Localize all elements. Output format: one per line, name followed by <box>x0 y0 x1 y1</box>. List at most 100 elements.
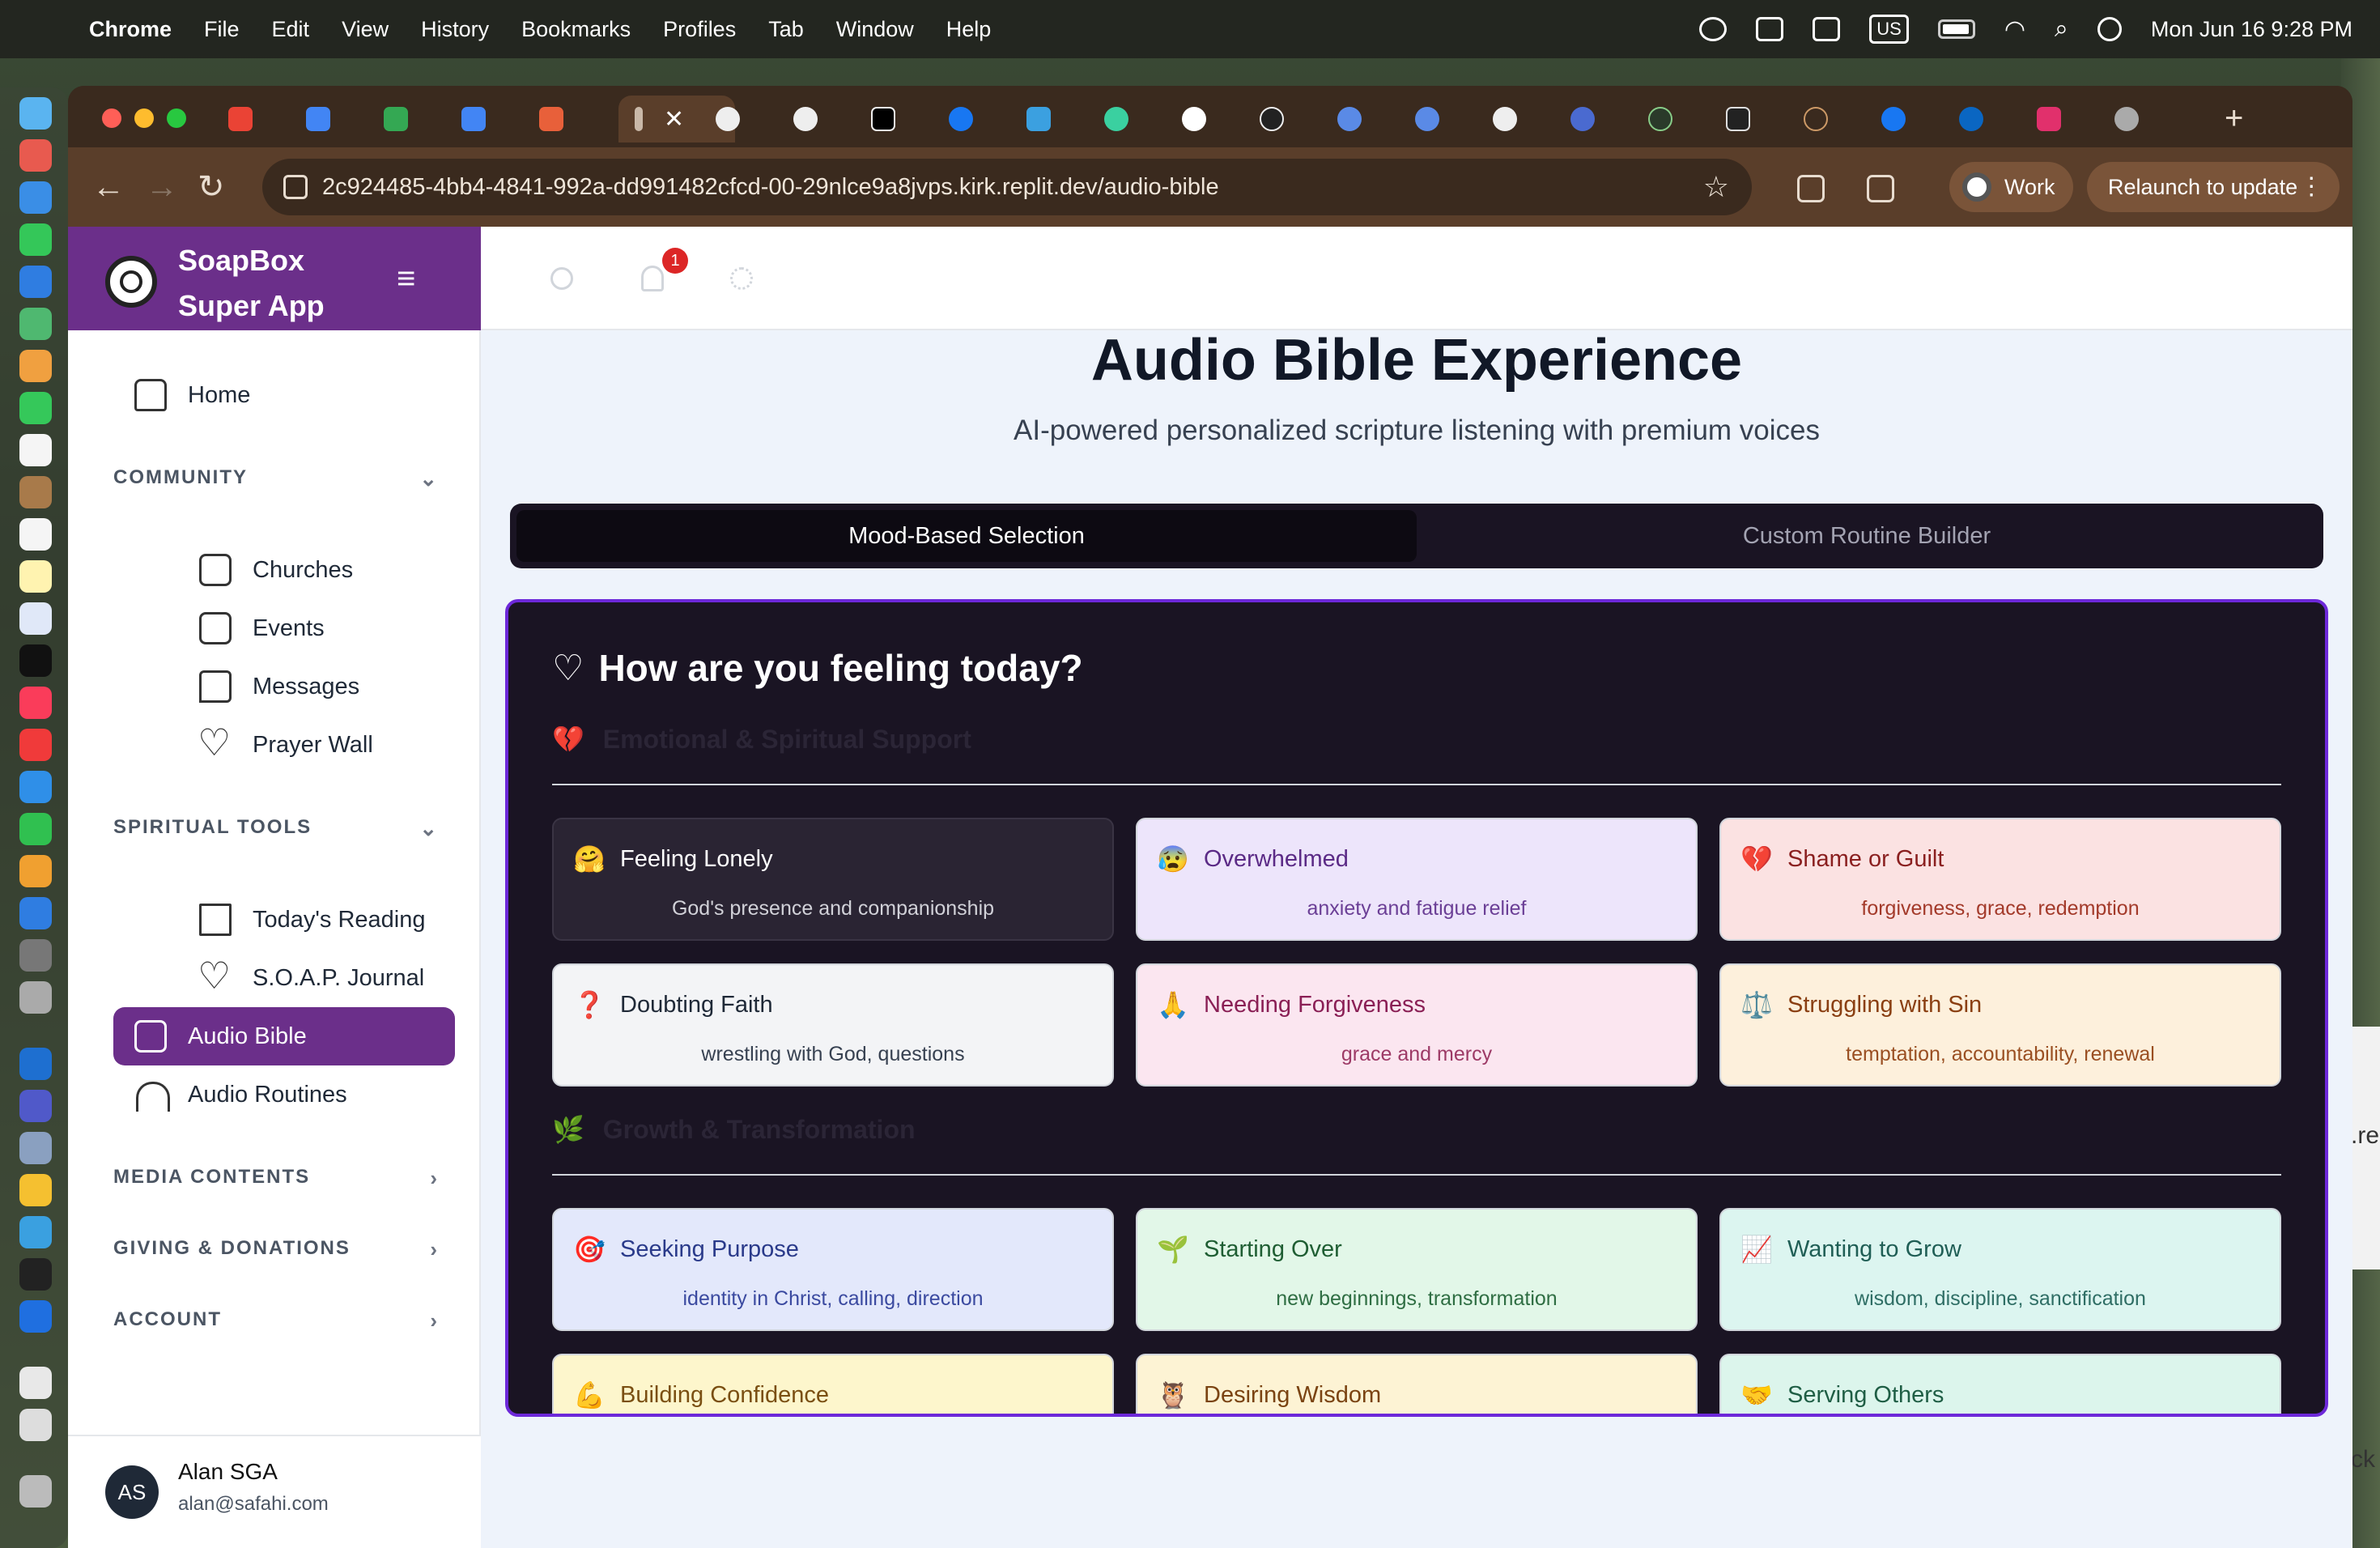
tab-facebook[interactable] <box>1865 96 1943 142</box>
section-media-contents[interactable]: MEDIA CONTENTS › <box>113 1166 455 1198</box>
spotlight-search-icon[interactable]: ⌕ <box>2055 15 2068 43</box>
tab-app[interactable] <box>1787 96 1865 142</box>
reload-button[interactable]: ↻ <box>198 167 225 207</box>
teams-status-icon[interactable] <box>1813 17 1841 41</box>
forward-button[interactable]: → <box>146 167 178 207</box>
site-settings-icon[interactable] <box>283 175 308 199</box>
slack-icon[interactable] <box>19 1216 52 1248</box>
sidebar-item-home[interactable]: Home <box>113 366 455 424</box>
tv-icon[interactable] <box>19 644 52 677</box>
finder-icon[interactable] <box>19 97 52 130</box>
close-tab-icon[interactable]: ✕ <box>664 105 684 134</box>
terminal-icon[interactable] <box>19 1258 52 1291</box>
reminders-icon[interactable] <box>19 518 52 551</box>
apple-icon[interactable] <box>32 15 57 43</box>
mood-card[interactable]: 🦉Desiring WisdomProverbs, guidance, disc… <box>1136 1354 1698 1414</box>
status-app-icon[interactable] <box>1699 17 1728 41</box>
tab-app[interactable] <box>1010 96 1088 142</box>
mood-card[interactable]: 🙏 Needing Forgiveness grace and mercy <box>1136 963 1698 1087</box>
tab-app[interactable] <box>1321 96 1399 142</box>
tab-instagram[interactable] <box>2021 96 2098 142</box>
teams-icon[interactable] <box>19 1090 52 1122</box>
sidebar-item-audio-routines[interactable]: Audio Routines <box>113 1065 455 1124</box>
mood-card[interactable]: 💔 Shame or Guilt forgiveness, grace, redem… <box>1719 818 2281 941</box>
tab-app[interactable] <box>1399 96 1477 142</box>
document-icon[interactable] <box>19 1367 52 1399</box>
address-bar[interactable]: 2c924485-4bb4-4841-992a-dd991482cfcd-00-… <box>262 159 1752 215</box>
preview-icon[interactable] <box>19 981 52 1014</box>
password-manager-icon[interactable] <box>19 1300 52 1333</box>
chrome-icon[interactable] <box>19 1174 52 1206</box>
tab-github[interactable] <box>699 96 777 142</box>
menu-help[interactable]: Help <box>946 17 992 42</box>
new-tab-button[interactable]: + <box>2225 100 2243 137</box>
news-icon[interactable] <box>19 729 52 761</box>
tab-search-icon[interactable] <box>1867 175 1894 202</box>
photos-icon[interactable] <box>19 350 52 382</box>
mood-card[interactable]: 🤝Serving Otherscompassion, generosity, h… <box>1719 1354 2281 1414</box>
tab-google[interactable] <box>1166 96 1243 142</box>
notes-icon[interactable] <box>19 560 52 593</box>
tab-openai[interactable] <box>777 96 855 142</box>
tab-app[interactable] <box>1554 96 1632 142</box>
sidebar-item-messages[interactable]: Messages <box>113 657 455 716</box>
sidebar-item-todays-reading[interactable]: Today's Reading <box>113 891 455 949</box>
sidebar-item-prayer-wall[interactable]: Prayer Wall <box>113 716 455 774</box>
minimize-window-button[interactable] <box>134 108 154 128</box>
facetime-icon[interactable] <box>19 392 52 424</box>
kebab-menu-icon[interactable]: ⋮ <box>2299 162 2323 212</box>
mood-card[interactable]: ⚖️ Struggling with Sin temptation, account… <box>1719 963 2281 1087</box>
mood-card[interactable]: ❓ Doubting Faith wrestling with God, quest… <box>552 963 1114 1087</box>
app-store-icon[interactable] <box>19 897 52 929</box>
mood-card[interactable]: 🌱 Starting Over new beginnings, transforma… <box>1136 1208 1698 1331</box>
sidebar-item-churches[interactable]: Churches <box>113 541 455 599</box>
tab-gmail[interactable] <box>212 96 290 142</box>
extensions-icon[interactable] <box>1797 175 1825 202</box>
tab-openai[interactable] <box>1243 96 1321 142</box>
tab-custom-routine-builder[interactable]: Custom Routine Builder <box>1417 510 2317 562</box>
safari-icon[interactable] <box>19 181 52 214</box>
trash-icon[interactable] <box>19 1475 52 1508</box>
maps-icon[interactable] <box>19 308 52 340</box>
sidebar-item-soap-journal[interactable]: S.O.A.P. Journal <box>113 949 455 1007</box>
menu-profiles[interactable]: Profiles <box>663 17 736 42</box>
mail-icon[interactable] <box>19 266 52 298</box>
menu-history[interactable]: History <box>421 17 489 42</box>
launchpad-icon[interactable] <box>19 139 52 172</box>
menubar-clock[interactable]: Mon Jun 16 9:28 PM <box>2151 17 2352 42</box>
zoom-window-button[interactable] <box>167 108 186 128</box>
section-giving-donations[interactable]: GIVING & DONATIONS › <box>113 1237 455 1269</box>
search-icon[interactable] <box>550 267 573 290</box>
tab-docs[interactable] <box>290 96 368 142</box>
menu-edit[interactable]: Edit <box>272 17 310 42</box>
wifi-icon[interactable]: ◠ <box>2004 15 2025 44</box>
messages-icon[interactable] <box>19 223 52 256</box>
close-window-button[interactable] <box>102 108 121 128</box>
downloads-icon[interactable] <box>19 1409 52 1441</box>
tab-app[interactable] <box>1632 96 1710 142</box>
menu-bookmarks[interactable]: Bookmarks <box>521 17 631 42</box>
outlook-status-icon[interactable] <box>1756 17 1784 41</box>
music-icon[interactable] <box>19 687 52 719</box>
mood-card[interactable]: 📈 Wanting to Grow wisdom, discipline, sanc… <box>1719 1208 2281 1331</box>
back-button[interactable]: ← <box>92 167 125 207</box>
profile-button[interactable]: Work <box>1949 162 2073 212</box>
avatar[interactable]: AS <box>105 1465 159 1519</box>
mood-card[interactable]: 💪Building Confidencestrength, courage, f… <box>552 1354 1114 1414</box>
section-account[interactable]: ACCOUNT › <box>113 1308 455 1341</box>
tab-app[interactable] <box>1088 96 1166 142</box>
tab-mood-based-selection[interactable]: Mood-Based Selection <box>516 510 1417 562</box>
battery-icon[interactable] <box>1937 19 1975 39</box>
keynote-icon[interactable] <box>19 771 52 803</box>
tab-docs[interactable] <box>445 96 523 142</box>
relaunch-button[interactable]: Relaunch to update ⋮ <box>2087 162 2340 212</box>
system-settings-icon[interactable] <box>19 939 52 972</box>
tab-app[interactable] <box>523 96 601 142</box>
input-source-indicator[interactable]: US <box>1869 15 1909 44</box>
numbers-icon[interactable] <box>19 813 52 845</box>
menu-view[interactable]: View <box>342 17 389 42</box>
menu-file[interactable]: File <box>204 17 240 42</box>
mood-card[interactable]: 🎯 Seeking Purpose identity in Christ, call… <box>552 1208 1114 1331</box>
tab-facebook[interactable] <box>933 96 1010 142</box>
menu-app-name[interactable]: Chrome <box>89 17 172 42</box>
